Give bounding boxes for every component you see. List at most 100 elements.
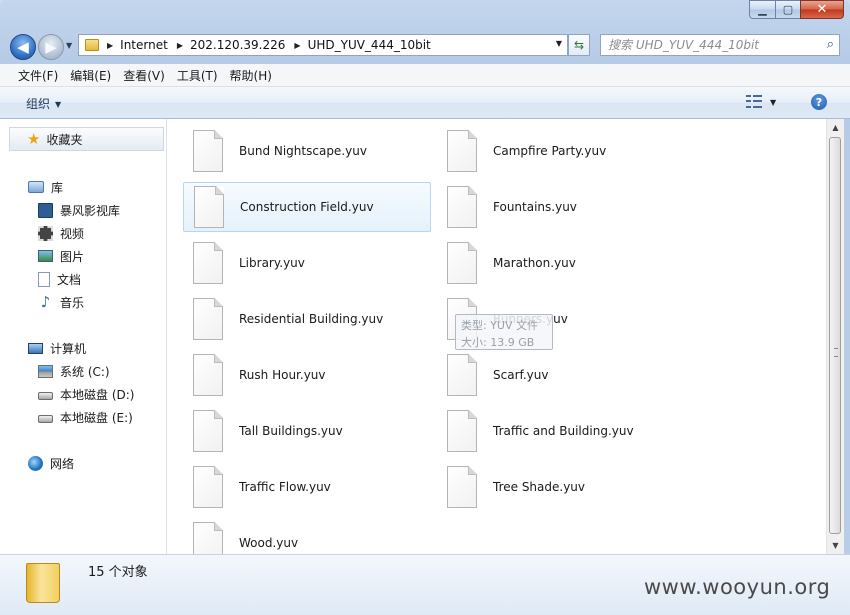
file-item[interactable]: Tree Shade.yuv: [437, 462, 685, 512]
file-item[interactable]: Bund Nightscape.yuv: [183, 126, 431, 176]
scroll-down-arrow-icon[interactable]: ▼: [827, 537, 844, 554]
search-icon[interactable]: ⌕: [827, 37, 834, 52]
folder-icon: [85, 39, 99, 51]
organize-button[interactable]: 组织 ▼: [26, 95, 61, 112]
scroll-up-arrow-icon[interactable]: ▲: [827, 119, 844, 136]
scrollbar-thumb[interactable]: [829, 137, 841, 534]
system-drive-icon: [38, 364, 53, 378]
file-item[interactable]: Tall Buildings.yuv: [183, 406, 431, 456]
file-item[interactable]: Library.yuv: [183, 238, 431, 288]
sidebar-item-label: 暴风影视库: [60, 203, 121, 218]
breadcrumb-chevron-icon[interactable]: ▶: [177, 41, 183, 50]
file-name: Library.yuv: [239, 256, 305, 270]
change-view-button[interactable]: ▼: [746, 95, 776, 109]
grip-icon: [834, 348, 838, 357]
sidebar-item-label: 计算机: [50, 341, 87, 356]
file-icon: [193, 354, 223, 396]
file-item[interactable]: Rush Hour.yuv: [183, 350, 431, 400]
menu-tools[interactable]: 工具(T): [171, 67, 224, 84]
library-icon: [28, 181, 44, 193]
file-icon: [193, 466, 223, 508]
menu-view[interactable]: 查看(V): [117, 67, 171, 84]
sidebar-item-label: 图片: [60, 249, 85, 264]
help-button[interactable]: ?: [811, 94, 827, 110]
media-library-icon: [38, 202, 53, 218]
file-list: Bund Nightscape.yuv Campfire Party.yuv C…: [167, 119, 826, 554]
breadcrumb-internet[interactable]: Internet: [120, 38, 168, 52]
refresh-icon: ⇆: [573, 38, 585, 52]
file-item[interactable]: Traffic Flow.yuv: [183, 462, 431, 512]
sidebar-item-drive-c[interactable]: 系统 (C:): [38, 361, 110, 381]
sidebar-item-videos[interactable]: 视频: [38, 223, 84, 243]
organize-label: 组织: [26, 97, 51, 111]
sidebar-item-libraries[interactable]: 库: [28, 177, 63, 197]
menu-file[interactable]: 文件(F): [12, 67, 64, 84]
explorer-window: ▁ ▢ ✕ ◀ ▶ ▼ ▶ Internet ▶ 202.120.39.226 …: [0, 0, 850, 615]
menu-help[interactable]: 帮助(H): [224, 67, 278, 84]
sidebar-item-pictures[interactable]: 图片: [38, 246, 84, 266]
music-note-icon: ♪: [40, 293, 51, 311]
sidebar-item-drive-d[interactable]: 本地磁盘 (D:): [38, 384, 134, 404]
address-dropdown-icon[interactable]: ▼: [556, 39, 562, 48]
file-icon: [447, 186, 477, 228]
file-item[interactable]: Campfire Party.yuv: [437, 126, 685, 176]
sidebar-item-label: 收藏夹: [46, 132, 83, 147]
file-item[interactable]: Traffic and Building.yuv: [437, 406, 685, 456]
minimize-button[interactable]: ▁: [749, 0, 775, 19]
forward-button[interactable]: ▶: [38, 34, 64, 60]
sidebar-item-label: 库: [51, 180, 64, 195]
hard-drive-icon: [38, 392, 53, 400]
address-bar[interactable]: ▶ Internet ▶ 202.120.39.226 ▶ UHD_YUV_44…: [78, 34, 568, 56]
sidebar-item-label: 系统 (C:): [60, 364, 110, 379]
file-tooltip: 类型: YUV 文件 大小: 13.9 GB: [455, 314, 553, 350]
file-item[interactable]: Marathon.yuv: [437, 238, 685, 288]
file-item[interactable]: Residential Building.yuv: [183, 294, 431, 344]
search-box[interactable]: ⌕: [600, 34, 840, 56]
hard-drive-icon: [38, 415, 53, 423]
breadcrumb-host[interactable]: 202.120.39.226: [190, 38, 285, 52]
file-item[interactable]: Fountains.yuv: [437, 182, 685, 232]
maximize-button[interactable]: ▢: [775, 0, 800, 19]
refresh-button[interactable]: ⇆: [568, 34, 590, 56]
recent-pages-button[interactable]: ▼: [66, 41, 72, 50]
navigation-pane: ★ 收藏夹 库 暴风影视库 视频 图片 文档 ♪ 音乐 计算机 系统 (C:) …: [0, 119, 167, 554]
sidebar-item-favorites[interactable]: ★ 收藏夹: [9, 127, 164, 151]
close-button[interactable]: ✕: [800, 0, 844, 19]
file-name: Traffic Flow.yuv: [239, 480, 331, 494]
sidebar-item-baofeng-library[interactable]: 暴风影视库: [38, 200, 120, 220]
breadcrumb-chevron-icon[interactable]: ▶: [294, 41, 300, 50]
sidebar-item-documents[interactable]: 文档: [38, 269, 81, 289]
file-icon: [193, 242, 223, 284]
sidebar-item-drive-e[interactable]: 本地磁盘 (E:): [38, 407, 133, 427]
forward-arrow-icon: ▶: [45, 38, 57, 56]
file-name: Scarf.yuv: [493, 368, 549, 382]
file-name: Traffic and Building.yuv: [493, 424, 634, 438]
file-icon: [447, 466, 477, 508]
sidebar-item-music[interactable]: ♪ 音乐: [38, 292, 84, 312]
view-options-icon: [746, 95, 762, 109]
breadcrumb-chevron-icon[interactable]: ▶: [107, 41, 113, 50]
file-icon: [194, 186, 224, 228]
file-icon: [193, 130, 223, 172]
file-item[interactable]: Scarf.yuv: [437, 350, 685, 400]
back-button[interactable]: ◀: [10, 34, 36, 60]
file-item[interactable]: Wood.yuv: [183, 518, 431, 554]
computer-icon: [28, 342, 43, 354]
breadcrumb-folder[interactable]: UHD_YUV_444_10bit: [308, 38, 431, 52]
file-icon: [193, 298, 223, 340]
sidebar-item-label: 本地磁盘 (D:): [60, 387, 135, 402]
search-input[interactable]: [601, 35, 820, 55]
tooltip-type: 类型: YUV 文件: [461, 319, 538, 332]
chevron-down-icon: ▼: [55, 100, 62, 109]
chevron-down-icon: ▼: [770, 97, 777, 107]
sidebar-item-label: 视频: [60, 226, 85, 241]
sidebar-item-computer[interactable]: 计算机: [28, 338, 86, 358]
vertical-scrollbar[interactable]: ▲ ▼: [826, 119, 844, 554]
watermark-text: www.wooyun.org: [644, 575, 831, 599]
sidebar-item-network[interactable]: 网络: [28, 453, 74, 473]
file-item-selected[interactable]: Construction Field.yuv: [183, 182, 431, 232]
caption-buttons: ▁ ▢ ✕: [749, 0, 844, 19]
file-icon: [447, 410, 477, 452]
menu-edit[interactable]: 编辑(E): [64, 67, 117, 84]
sidebar-item-label: 本地磁盘 (E:): [60, 410, 133, 425]
